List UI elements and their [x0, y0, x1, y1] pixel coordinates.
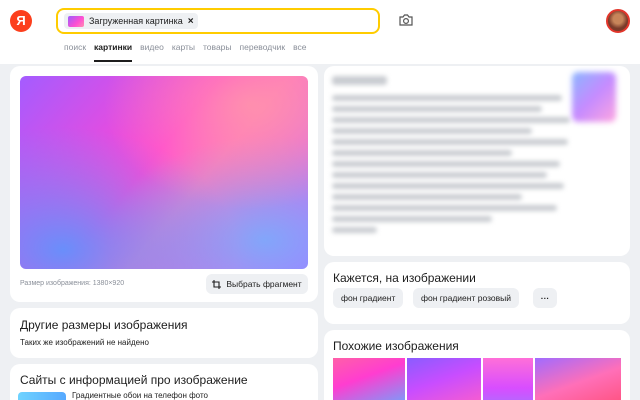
site-link[interactable]: Градиентные обои на телефон фото — [72, 391, 208, 400]
tab-maps[interactable]: карты — [172, 40, 195, 62]
similar-images-card: Похожие изображения — [324, 330, 630, 400]
similar-image-2[interactable] — [407, 358, 481, 400]
sites-card: Сайты с информацией про изображение Град… — [10, 364, 318, 400]
tab-video[interactable]: видео — [140, 40, 164, 62]
image-card: Размер изображения: 1380×920 Выбрать фра… — [10, 66, 318, 302]
select-fragment-button[interactable]: Выбрать фрагмент — [206, 274, 308, 294]
tab-search[interactable]: поиск — [64, 40, 86, 62]
tab-all[interactable]: все — [293, 40, 306, 62]
camera-icon[interactable] — [398, 13, 414, 27]
tag-gradient-pink[interactable]: фон градиент розовый — [413, 288, 519, 308]
similar-image-3[interactable] — [483, 358, 533, 400]
other-sizes-card: Другие размеры изображения Таких же изоб… — [10, 308, 318, 358]
close-icon[interactable]: × — [188, 16, 194, 27]
other-sizes-title: Другие размеры изображения — [20, 318, 188, 332]
similar-image-4[interactable] — [535, 358, 621, 400]
search-box[interactable]: Загруженная картинка × — [56, 8, 380, 34]
other-sizes-subtitle: Таких же изображений не найдено — [20, 338, 149, 347]
tab-images[interactable]: картинки — [94, 40, 133, 62]
more-tags-button[interactable]: ··· — [533, 288, 557, 308]
yandex-logo[interactable]: Я — [10, 10, 32, 32]
avatar[interactable] — [606, 9, 630, 33]
image-size-text: Размер изображения: 1380×920 — [20, 280, 125, 287]
sites-title: Сайты с информацией про изображение — [20, 373, 248, 387]
uploaded-image-preview[interactable] — [20, 76, 308, 269]
select-fragment-label: Выбрать фрагмент — [226, 279, 302, 289]
similar-image-1[interactable] — [333, 358, 405, 400]
uploaded-image-thumbnail — [68, 15, 84, 27]
chip-label: Загруженная картинка — [89, 16, 183, 26]
tags-title: Кажется, на изображении — [333, 271, 476, 285]
uploaded-image-chip[interactable]: Загруженная картинка × — [64, 13, 198, 29]
crop-icon — [212, 279, 222, 289]
header: Я Загруженная картинка × поиск картинки … — [0, 0, 640, 64]
tag-gradient-bg[interactable]: фон градиент — [333, 288, 404, 308]
blurred-info-card — [324, 66, 630, 256]
blurred-text — [332, 76, 572, 238]
tab-translator[interactable]: переводчик — [240, 40, 286, 62]
search-tabs: поиск картинки видео карты товары перево… — [64, 40, 315, 62]
blurred-thumbnail — [572, 72, 616, 122]
site-thumbnail[interactable] — [18, 392, 66, 400]
similar-images-title: Похожие изображения — [333, 339, 459, 353]
tab-products[interactable]: товары — [203, 40, 232, 62]
tags-card: Кажется, на изображении фон градиент фон… — [324, 262, 630, 324]
